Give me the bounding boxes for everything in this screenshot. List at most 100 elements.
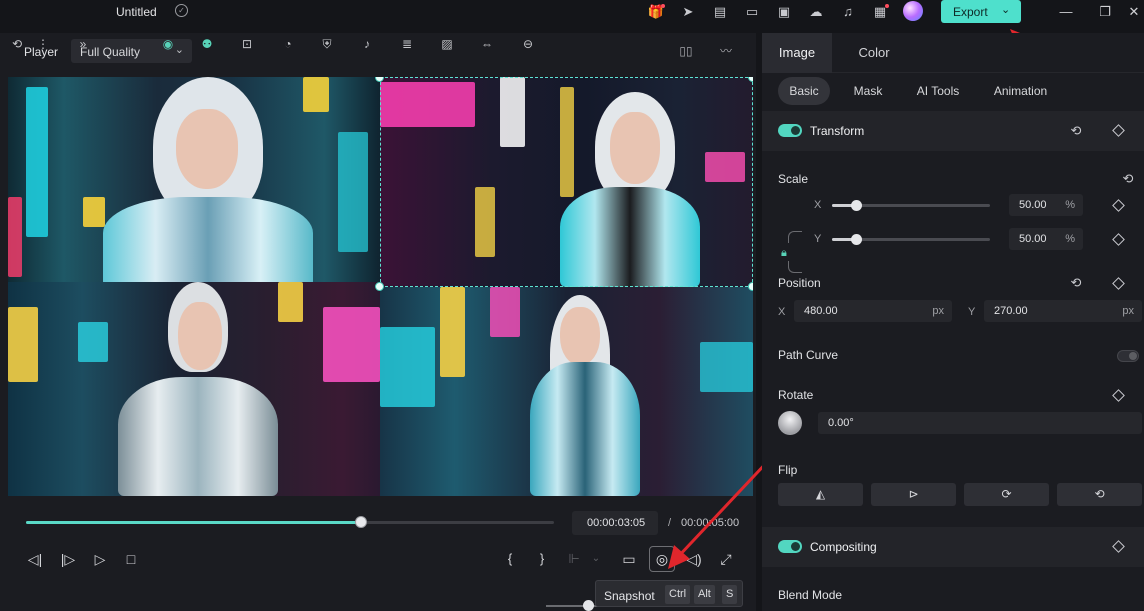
microphone-icon[interactable]: ♪: [358, 37, 376, 51]
subtab-basic[interactable]: Basic: [778, 77, 830, 105]
subtab-animation[interactable]: Animation: [988, 77, 1053, 105]
reset-icon[interactable]: ⟲: [1068, 123, 1084, 139]
magnet-icon[interactable]: ⋮: [34, 37, 52, 51]
shield-icon[interactable]: ⛨: [318, 37, 336, 51]
transform-toggle[interactable]: [778, 124, 802, 137]
clipboard-icon[interactable]: ▤: [711, 3, 729, 21]
slider-knob[interactable]: [850, 234, 862, 245]
keyframe-icon[interactable]: [1112, 389, 1125, 402]
path-curve-label: Path Curve: [778, 348, 839, 362]
transform-section-header[interactable]: Transform ⟲: [762, 111, 1144, 151]
text-list-icon[interactable]: ≣: [398, 37, 416, 51]
inspector-tabs: Image Color: [762, 33, 1144, 73]
waveform-icon[interactable]: 〰: [716, 42, 736, 60]
keyframe-icon[interactable]: [1112, 233, 1125, 246]
scale-unit: %: [1065, 233, 1075, 245]
path-curve-toggle[interactable]: [1117, 350, 1139, 362]
expand-icon[interactable]: »: [74, 37, 92, 51]
compositing-title: Compositing: [810, 540, 877, 554]
position-y-field[interactable]: 270.00 px: [984, 300, 1142, 322]
current-time-field[interactable]: 00:00:03:05: [572, 511, 658, 535]
cloud-icon[interactable]: ☁: [807, 3, 825, 21]
position-y-value: 270.00: [994, 305, 1028, 317]
position-unit: px: [932, 305, 944, 317]
headset-icon[interactable]: ♫: [839, 3, 857, 21]
close-icon[interactable]: ✕: [1124, 2, 1144, 22]
scale-y-slider[interactable]: [832, 234, 990, 245]
compositing-section-header[interactable]: Compositing: [762, 527, 1144, 567]
rotate-field[interactable]: 0.00°: [818, 412, 1142, 434]
resize-handle[interactable]: [375, 282, 384, 291]
rotate-dial[interactable]: [778, 411, 802, 435]
keyframe-icon[interactable]: [1112, 124, 1125, 137]
insert-icon: ⊩: [568, 551, 580, 566]
playhead-knob[interactable]: [355, 516, 368, 528]
play-icon[interactable]: ▷: [89, 548, 111, 570]
scale-y-field[interactable]: 50.00 %: [1009, 228, 1083, 250]
rotate-clockwise-icon: ⟳: [1001, 487, 1012, 501]
compare-view-icon[interactable]: ▯▯: [676, 42, 696, 60]
speed-icon[interactable]: ◔: [279, 37, 297, 51]
flip-horizontal-button[interactable]: ◭: [778, 483, 863, 506]
reset-icon[interactable]: ⟲: [1120, 171, 1136, 187]
slider-knob[interactable]: [850, 200, 862, 211]
fullscreen-icon[interactable]: ⤢: [715, 548, 737, 570]
keyframe-icon[interactable]: [1112, 540, 1125, 553]
export-button[interactable]: Export ⌄: [941, 0, 1021, 23]
zoom-out-icon[interactable]: ⊖: [519, 37, 537, 51]
robot-icon[interactable]: ⚉: [198, 37, 216, 51]
ai-avatar-icon[interactable]: [903, 1, 923, 21]
minimize-icon[interactable]: —: [1056, 2, 1076, 22]
lock-icon[interactable]: 🔒︎: [781, 247, 787, 260]
rotate-counterclockwise-icon: ⟲: [1094, 487, 1105, 501]
send-icon[interactable]: ➤: [679, 3, 697, 21]
subtab-ai-tools[interactable]: AI Tools: [912, 77, 964, 105]
gift-icon[interactable]: 🎁: [647, 3, 665, 21]
chevron-down-icon[interactable]: ⌄: [1001, 3, 1010, 16]
preview-tile-bottom-right: [380, 287, 753, 496]
player-panel: Player Full Quality ⌄ ▯▯ 〰 00:00:03:05 /…: [0, 33, 756, 611]
restore-icon[interactable]: ❐: [1095, 2, 1115, 22]
tab-color[interactable]: Color: [839, 33, 909, 73]
scale-x-slider[interactable]: [832, 200, 990, 211]
volume-icon[interactable]: ◁): [683, 548, 705, 570]
resize-handle[interactable]: [748, 282, 753, 291]
next-frame-icon[interactable]: |▷: [57, 548, 79, 570]
position-unit: px: [1122, 305, 1134, 317]
ai-face-icon[interactable]: ◉: [159, 37, 177, 51]
scale-x-field[interactable]: 50.00 %: [1009, 194, 1083, 216]
flip-label: Flip: [778, 463, 798, 477]
rotate-clockwise-button[interactable]: ⟳: [964, 483, 1049, 506]
camera-add-icon[interactable]: ⊡: [238, 37, 256, 51]
save-icon[interactable]: ▣: [775, 3, 793, 21]
preview-tile-top-right[interactable]: [380, 77, 753, 287]
grid-icon[interactable]: ▦: [871, 3, 889, 21]
display-icon[interactable]: ▭: [618, 548, 640, 570]
previous-frame-icon[interactable]: ◁|: [24, 548, 46, 570]
subtab-mask[interactable]: Mask: [847, 77, 889, 105]
layout-icon[interactable]: ▭: [743, 3, 761, 21]
keyframe-icon[interactable]: [1112, 199, 1125, 212]
position-y-axis: Y: [968, 306, 976, 318]
preview-canvas[interactable]: [8, 77, 753, 496]
keyframe-icon[interactable]: [1112, 277, 1125, 290]
undo-icon[interactable]: ⟲: [8, 37, 26, 51]
tooltip-label: Snapshot: [604, 589, 655, 603]
position-x-field[interactable]: 480.00 px: [794, 300, 952, 322]
zoom-knob[interactable]: [583, 600, 594, 611]
playback-progress[interactable]: [26, 516, 554, 528]
tab-image[interactable]: Image: [762, 33, 832, 73]
inspector-subtabs: Basic Mask AI Tools Animation: [762, 77, 1144, 105]
export-label: Export: [953, 5, 988, 19]
image-icon[interactable]: ▨: [438, 37, 456, 51]
snapshot-button[interactable]: ◎: [649, 546, 675, 572]
stop-icon[interactable]: □: [120, 548, 142, 570]
reset-icon[interactable]: ⟲: [1068, 275, 1084, 291]
compositing-toggle[interactable]: [778, 540, 802, 553]
mark-out-icon[interactable]: }: [531, 548, 553, 570]
mark-in-icon[interactable]: {: [499, 548, 521, 570]
camera-icon: ◎: [655, 551, 669, 567]
fit-icon[interactable]: ⇔: [478, 37, 496, 51]
flip-vertical-button[interactable]: ⊳: [871, 483, 956, 506]
rotate-counterclockwise-button[interactable]: ⟲: [1057, 483, 1142, 506]
